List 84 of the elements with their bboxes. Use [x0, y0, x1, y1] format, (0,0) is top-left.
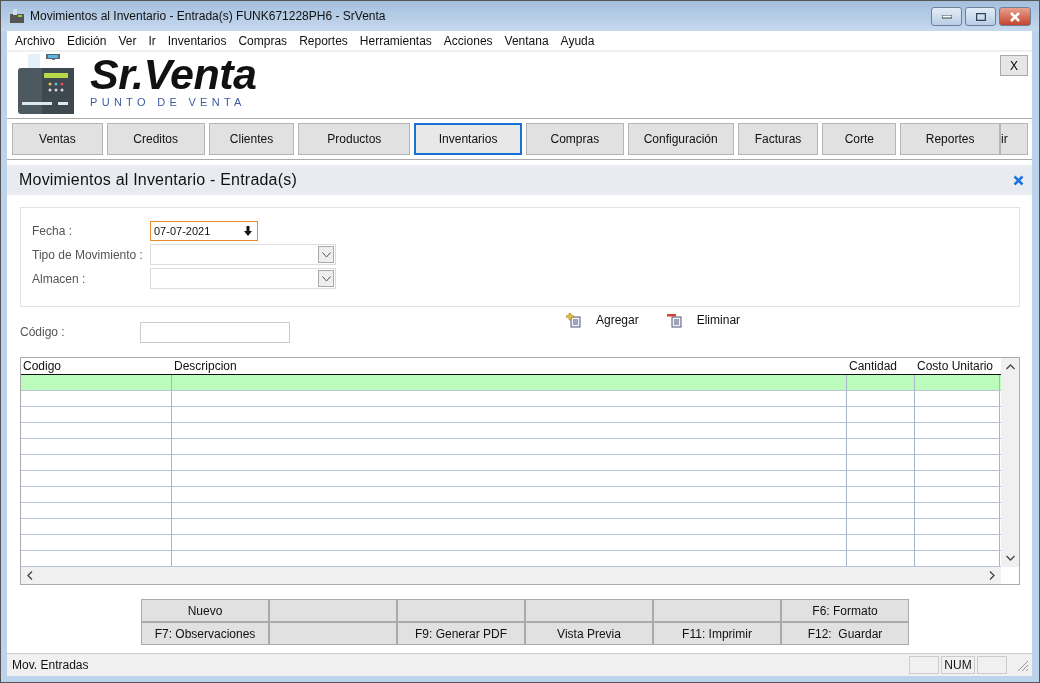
- table-row[interactable]: [21, 519, 1001, 535]
- column-header[interactable]: Costo Unitario: [915, 358, 1000, 374]
- blank-button[interactable]: [653, 599, 781, 622]
- function-button[interactable]: F6: Formato: [781, 599, 909, 622]
- horizontal-scrollbar[interactable]: [21, 567, 1001, 584]
- nav-button[interactable]: Corte: [822, 123, 897, 155]
- close-module-button[interactable]: X: [1000, 55, 1028, 76]
- table-row[interactable]: [21, 487, 1001, 503]
- remove-document-icon: [666, 312, 682, 328]
- field-label: Almacen :: [32, 271, 87, 286]
- menu-item[interactable]: Ventana: [498, 33, 555, 48]
- nav-button[interactable]: Facturas: [737, 123, 819, 155]
- function-button[interactable]: F7: Observaciones: [141, 622, 269, 645]
- down-arrow-icon: [244, 225, 252, 236]
- field-label: Fecha :: [32, 223, 74, 238]
- nav-button[interactable]: Inventarios: [414, 123, 522, 155]
- function-button[interactable]: F9: Generar PDF: [397, 622, 525, 645]
- close-icon: [1009, 11, 1021, 22]
- nav-button[interactable]: Compras: [526, 123, 624, 155]
- column-header[interactable]: Cantidad: [847, 358, 915, 374]
- blank-button[interactable]: [397, 599, 525, 622]
- table-row[interactable]: [21, 439, 1001, 455]
- function-button[interactable]: Vista Previa: [525, 622, 653, 645]
- field-label: Código :: [20, 325, 66, 339]
- menu-item[interactable]: Reportes: [293, 33, 354, 48]
- menu-item[interactable]: Ver: [112, 33, 143, 48]
- nav-button[interactable]: Ventas: [12, 123, 103, 155]
- table-row[interactable]: [21, 423, 1001, 439]
- table-row[interactable]: [21, 375, 1001, 391]
- function-button[interactable]: F11: Imprimir: [653, 622, 781, 645]
- menu-item[interactable]: Ir: [142, 33, 162, 48]
- menu-item[interactable]: Archivo: [9, 33, 61, 48]
- nav-button[interactable]: Clientes: [208, 123, 295, 155]
- table-row[interactable]: [21, 503, 1001, 519]
- logo-text: Sr.Venta: [90, 52, 257, 96]
- table-row[interactable]: [21, 407, 1001, 423]
- column-header[interactable]: Codigo: [21, 358, 172, 374]
- function-button[interactable]: F12: Guardar: [781, 622, 909, 645]
- scroll-left-icon[interactable]: [27, 571, 33, 580]
- table-row[interactable]: [21, 455, 1001, 471]
- add-document-icon: [566, 312, 581, 328]
- maximize-button[interactable]: [965, 7, 996, 26]
- table-row[interactable]: [21, 391, 1001, 407]
- table-row[interactable]: [21, 471, 1001, 487]
- column-header[interactable]: Descripcion: [172, 358, 847, 374]
- scroll-down-icon[interactable]: [1005, 555, 1015, 561]
- field-label: Tipo de Movimiento :: [32, 247, 144, 262]
- chevron-down-icon: [321, 275, 331, 282]
- scroll-right-icon[interactable]: [989, 571, 995, 580]
- scroll-up-icon[interactable]: [1005, 364, 1015, 370]
- chevron-down-icon: [321, 251, 331, 258]
- blank-button[interactable]: [525, 599, 653, 622]
- menu-item[interactable]: Edición: [61, 33, 113, 48]
- logo-tagline: PUNTO DE VENTA: [90, 96, 247, 108]
- menu-item[interactable]: Inventarios: [161, 33, 233, 48]
- vertical-scrollbar[interactable]: [1001, 358, 1019, 567]
- nav-button[interactable]: ir: [1000, 123, 1028, 155]
- blank-button[interactable]: [269, 622, 397, 645]
- dropdown-field[interactable]: [150, 268, 336, 289]
- nav-button[interactable]: Configuración: [627, 123, 734, 155]
- toolbar-button[interactable]: Agregar: [566, 312, 639, 328]
- status-text: Mov. Entradas: [11, 658, 90, 672]
- code-input-field[interactable]: [140, 321, 290, 343]
- close-button[interactable]: [999, 7, 1031, 26]
- status-indicator: NUM: [941, 656, 975, 674]
- minimize-icon: [941, 14, 952, 19]
- menu-item[interactable]: Compras: [232, 33, 294, 48]
- function-button[interactable]: Nuevo: [141, 599, 269, 622]
- nav-button[interactable]: Creditos: [106, 123, 205, 155]
- dropdown-field[interactable]: [150, 244, 336, 265]
- panel-title: Movimientos al Inventario - Entrada(s): [19, 171, 297, 189]
- resize-grip-icon[interactable]: [1015, 658, 1029, 672]
- window-title: Movimientos al Inventario - Entrada(s) FUNK671228PH6 - SrVenta: [30, 9, 387, 23]
- menu-item[interactable]: Herramientas: [353, 33, 438, 48]
- menu-item[interactable]: Acciones: [437, 33, 499, 48]
- date-field[interactable]: 07-07-2021: [150, 220, 258, 241]
- menu-item[interactable]: Ayuda: [554, 33, 601, 48]
- nav-button[interactable]: Productos: [298, 123, 411, 155]
- maximize-icon: [975, 12, 986, 21]
- toolbar-button[interactable]: Eliminar: [666, 312, 741, 328]
- cash-register-icon: [9, 8, 25, 24]
- close-icon[interactable]: [1013, 174, 1024, 186]
- blank-button[interactable]: [269, 599, 397, 622]
- nav-button[interactable]: Reportes: [900, 123, 1001, 155]
